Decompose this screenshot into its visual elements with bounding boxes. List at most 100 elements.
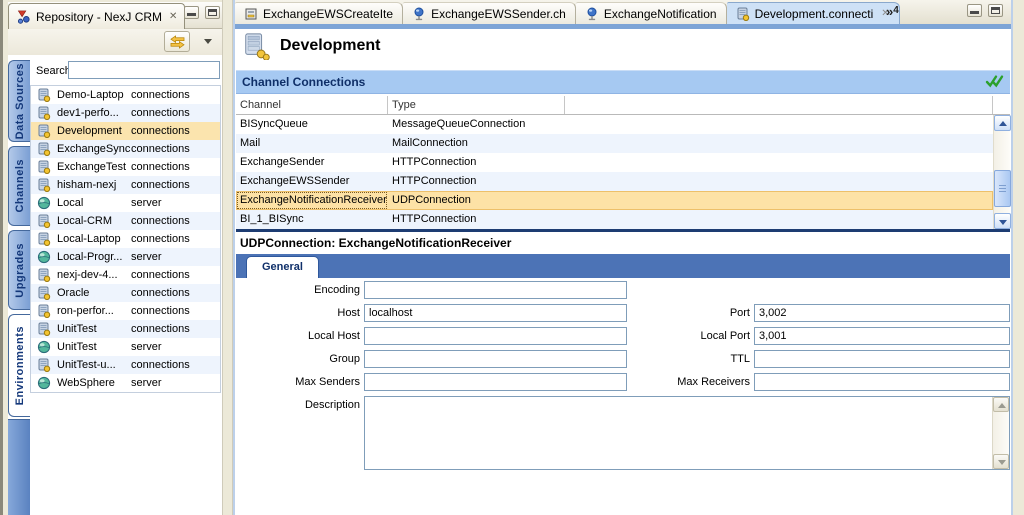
repo-list-item[interactable]: ExchangeSync connections <box>31 140 220 158</box>
field-label: Encoding <box>239 281 360 296</box>
table-row[interactable]: BI_1_BISync HTTPConnection <box>236 210 993 229</box>
editor-tab[interactable]: Development.connecti ✕ <box>727 2 900 24</box>
local-host-field[interactable] <box>364 327 627 345</box>
item-name: hisham-nexj <box>57 179 131 191</box>
repo-list-item[interactable]: dev1-perfo... connections <box>31 104 220 122</box>
minimize-button[interactable] <box>967 4 982 17</box>
editor-tab-label: ExchangeNotification <box>604 7 717 21</box>
view-tab-repository[interactable]: Repository - NexJ CRM ✕ <box>8 3 185 29</box>
panel-sash[interactable] <box>222 0 233 515</box>
search-label: Search <box>36 65 71 77</box>
cell-type: MessageQueueConnection <box>388 115 565 134</box>
editor-tab[interactable]: ExchangeNotification <box>576 2 727 24</box>
more-tabs-button[interactable]: »4 <box>886 4 899 19</box>
repo-list-item[interactable]: UnitTest connections <box>31 320 220 338</box>
view-menu-icon[interactable] <box>204 39 212 44</box>
minimize-button[interactable] <box>184 6 199 19</box>
detail-tabbar: General <box>236 254 1010 278</box>
table-row[interactable]: Mail MailConnection <box>236 134 993 153</box>
scroll-down-icon <box>993 454 1009 469</box>
table-row[interactable]: ExchangeNotificationReceiver UDPConnecti… <box>236 191 993 210</box>
table-column-header[interactable] <box>993 96 1010 114</box>
repo-list-item[interactable]: WebSphere server <box>31 374 220 392</box>
sidebar-tab-upgrades[interactable]: Upgrades <box>8 230 30 310</box>
item-type: connections <box>131 107 220 119</box>
form-column-right: Port Local Port TTL Max Receivers <box>630 304 1010 396</box>
cell-type: MailConnection <box>388 134 565 153</box>
connections-icon <box>37 286 51 300</box>
item-name: Local <box>57 197 131 209</box>
scroll-down-icon[interactable] <box>994 213 1011 229</box>
tab-general[interactable]: General <box>246 256 319 278</box>
view-toolbar <box>8 29 222 55</box>
repository-list: Demo-Laptop connections dev1-perfo... co… <box>30 85 221 393</box>
item-name: ExchangeSync <box>57 143 131 155</box>
encoding-field[interactable] <box>364 281 627 299</box>
port-field[interactable] <box>754 304 1010 322</box>
repository-view: Repository - NexJ CRM ✕ Data Sources Chan… <box>8 2 222 515</box>
repo-list-item[interactable]: hisham-nexj connections <box>31 176 220 194</box>
sidebar-tab-data-sources[interactable]: Data Sources <box>8 60 30 142</box>
cell-channel: BISyncQueue <box>236 115 388 134</box>
form-field: Max Senders <box>239 373 627 396</box>
table-row[interactable]: ExchangeSender HTTPConnection <box>236 153 993 172</box>
item-name: Oracle <box>57 287 131 299</box>
ttl-field[interactable] <box>754 350 1010 368</box>
link-with-editor-button[interactable] <box>164 31 190 52</box>
table-column-header[interactable]: Type <box>388 96 565 114</box>
detail-title: UDPConnection: ExchangeNotificationRecei… <box>236 233 1010 254</box>
sidebar-tab-strip: Data Sources Channels Upgrades Environments <box>8 55 30 515</box>
repo-list-item[interactable]: Development connections <box>31 122 220 140</box>
repo-list-item[interactable]: Local-Progr... server <box>31 248 220 266</box>
repo-list-item[interactable]: Local server <box>31 194 220 212</box>
form-field: TTL <box>630 350 1010 373</box>
description-input[interactable] <box>364 396 1010 470</box>
valid-check-icon <box>985 74 1004 89</box>
connections-icon <box>37 304 51 318</box>
connections-icon <box>37 88 51 102</box>
repo-list-item[interactable]: ron-perfor... connections <box>31 302 220 320</box>
table-row[interactable]: BISyncQueue MessageQueueConnection <box>236 115 993 134</box>
maximize-button[interactable] <box>988 4 1003 17</box>
table-column-header[interactable]: Channel <box>236 96 388 114</box>
table-column-header[interactable] <box>565 96 993 114</box>
close-icon[interactable]: ✕ <box>167 11 177 22</box>
search-input[interactable] <box>68 61 220 79</box>
sidebar-tab-environments[interactable]: Environments <box>8 314 30 417</box>
max-senders-field[interactable] <box>364 373 627 391</box>
editor-tab[interactable]: ExchangeEWSCreateIte <box>235 2 403 24</box>
channel-icon <box>412 7 426 21</box>
scroll-up-icon <box>993 397 1009 412</box>
cell-type: HTTPConnection <box>388 172 565 191</box>
repo-list-item[interactable]: UnitTest-u... connections <box>31 356 220 374</box>
connections-icon <box>37 160 51 174</box>
repo-list-item[interactable]: Oracle connections <box>31 284 220 302</box>
maximize-button[interactable] <box>205 6 220 19</box>
connections-icon <box>37 268 51 282</box>
repo-list-item[interactable]: Local-Laptop connections <box>31 230 220 248</box>
editor-content: Development Channel Connections ChannelT… <box>235 29 1011 515</box>
sidebar-tab-channels[interactable]: Channels <box>8 146 30 226</box>
cell-type: UDPConnection <box>388 191 565 210</box>
page-header: Development <box>242 32 380 60</box>
local-port-field[interactable] <box>754 327 1010 345</box>
editor-tab[interactable]: ExchangeEWSSender.ch <box>403 2 576 24</box>
connections-icon <box>736 7 750 21</box>
repo-list-item[interactable]: Demo-Laptop connections <box>31 86 220 104</box>
scrollbar-thumb[interactable] <box>994 170 1011 207</box>
scroll-up-icon[interactable] <box>994 115 1011 131</box>
repo-list-item[interactable]: UnitTest server <box>31 338 220 356</box>
repo-list-item[interactable]: Local-CRM connections <box>31 212 220 230</box>
repo-list-item[interactable]: nexj-dev-4... connections <box>31 266 220 284</box>
repo-list-item[interactable]: ExchangeTest connections <box>31 158 220 176</box>
cell-channel: ExchangeNotificationReceiver <box>236 191 388 210</box>
max-receivers-field[interactable] <box>754 373 1010 391</box>
table-row[interactable]: ExchangeEWSSender HTTPConnection <box>236 172 993 191</box>
item-type: server <box>131 377 220 389</box>
group-field[interactable] <box>364 350 627 368</box>
repository-icon <box>16 9 31 24</box>
cell-type: HTTPConnection <box>388 153 565 172</box>
host-field[interactable] <box>364 304 627 322</box>
item-name: Local-CRM <box>57 215 131 227</box>
server-icon <box>37 196 51 210</box>
